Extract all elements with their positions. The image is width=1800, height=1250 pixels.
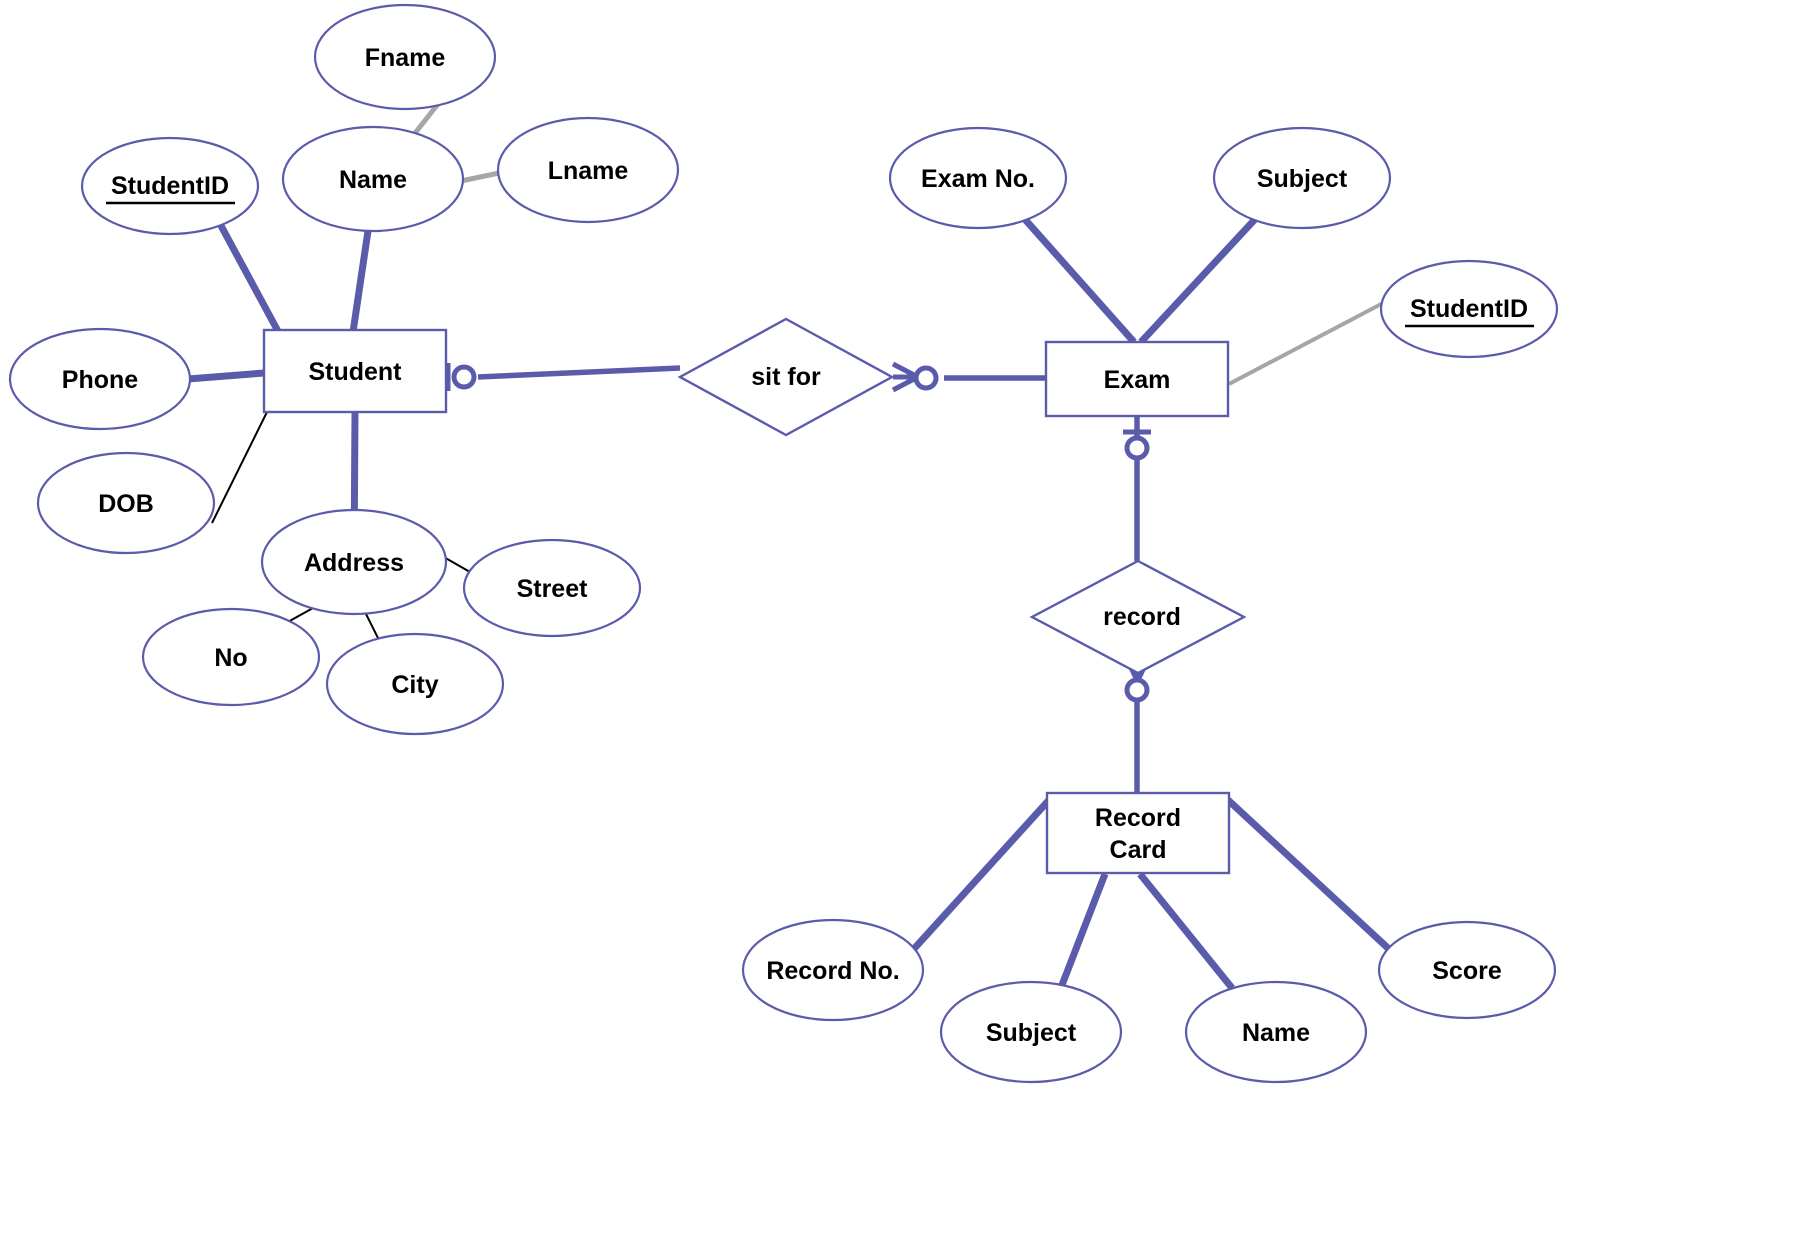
relationship-sit-for[interactable]: sit for [677,317,895,437]
attribute-address[interactable]: Address [260,508,448,616]
connector-exam-examno [1019,213,1137,345]
attribute-score[interactable]: Score [1377,920,1557,1020]
connector-student-dob [211,411,268,524]
connector-exam-subject [1138,213,1261,345]
connector-student-sitfor [477,365,681,380]
er-diagram-svg: Fname Lname Name StudentID Phone DOB Add… [8,3,1559,1084]
attribute-studentid[interactable]: StudentID [80,136,260,236]
cardinality-student-one-and-only-one [445,363,477,391]
relationship-record[interactable]: record [1029,559,1247,675]
connector-recordcard-name [1137,871,1235,991]
er-diagram-canvas: Fname Lname Name StudentID Phone DOB Add… [0,0,1800,1250]
attribute-exam-no[interactable]: Exam No. [888,126,1068,230]
cardinality-exam-zero-or-many [891,361,939,393]
connector-exam-studentid [1228,300,1386,386]
connector-student-name [349,230,372,333]
attribute-subject-recordcard[interactable]: Subject [939,980,1123,1084]
attribute-phone[interactable]: Phone [8,327,192,431]
connector-recordcard-score [1225,797,1393,953]
connector-recordcard-subject [1058,872,1109,987]
entity-record-card[interactable]: Record Card [1045,791,1231,875]
attribute-city[interactable]: City [325,632,505,736]
entity-student[interactable]: Student [262,328,448,414]
connector-student-phone [187,369,265,383]
cardinality-record-one-and-only-one [1123,429,1151,461]
attribute-no[interactable]: No [141,607,321,707]
attribute-fname[interactable]: Fname [313,3,497,111]
entity-exam[interactable]: Exam [1044,340,1230,418]
attribute-street[interactable]: Street [462,538,642,638]
attribute-dob[interactable]: DOB [36,451,216,555]
attribute-subject-exam[interactable]: Subject [1212,126,1392,230]
connector-recordcard-recordno [909,797,1052,954]
attribute-name-recordcard[interactable]: Name [1184,980,1368,1084]
attribute-record-no[interactable]: Record No. [741,918,925,1022]
attribute-exam-studentid[interactable]: StudentID [1379,259,1559,359]
attribute-lname[interactable]: Lname [496,116,680,224]
attribute-name[interactable]: Name [281,125,465,233]
